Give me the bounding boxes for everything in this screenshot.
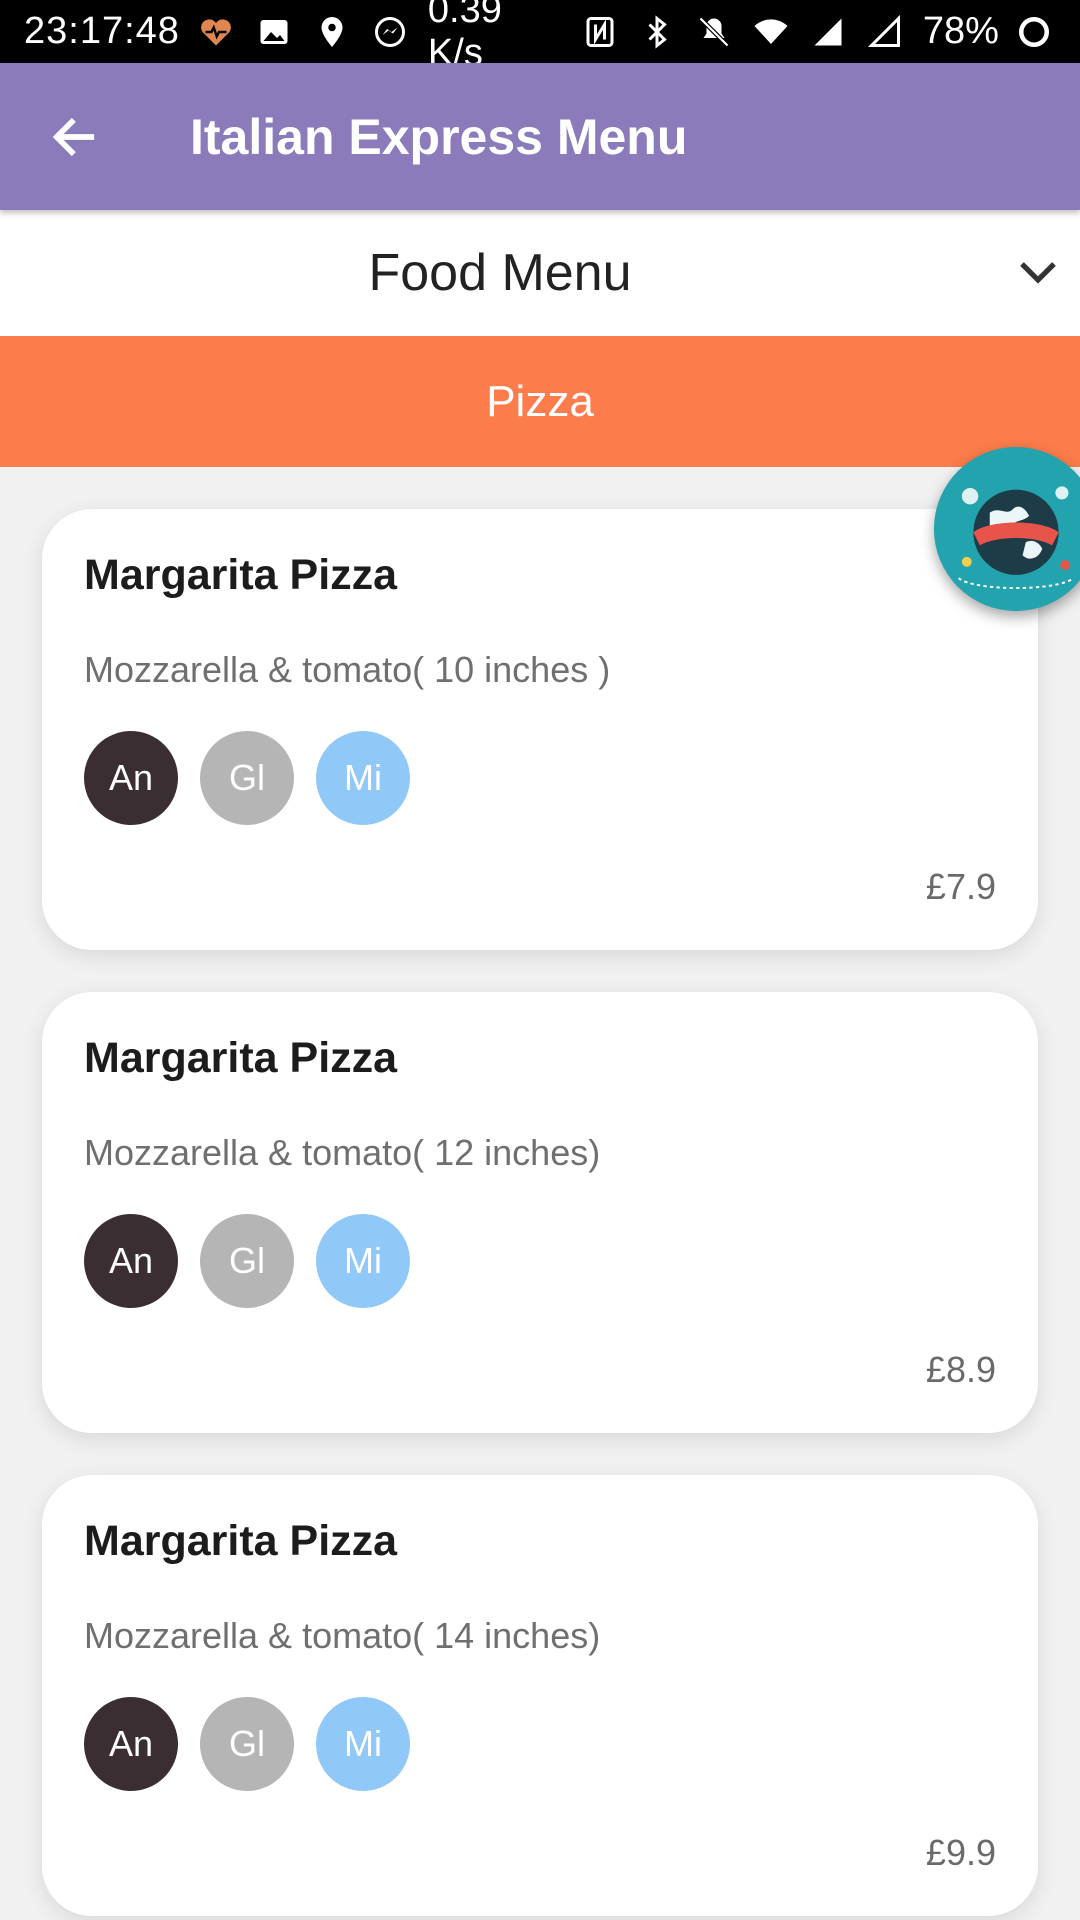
allergen-badge: Mi bbox=[316, 731, 410, 825]
battery-percent: 78% bbox=[922, 10, 999, 52]
item-name: Margarita Pizza bbox=[84, 1517, 398, 1565]
allergen-badge: Gl bbox=[200, 731, 294, 825]
wifi-icon bbox=[750, 10, 793, 54]
status-bar: 23:17:48 0.39 K/s 78% bbox=[0, 0, 1080, 74]
battery-ring-icon bbox=[1013, 10, 1056, 54]
allergen-badge: Mi bbox=[316, 1214, 410, 1308]
mute-icon bbox=[693, 10, 736, 54]
health-icon bbox=[194, 10, 238, 54]
signal-icon bbox=[807, 10, 850, 54]
allergen-badge: An bbox=[84, 731, 178, 825]
menu-type-dropdown[interactable]: Food Menu bbox=[0, 210, 1080, 336]
location-icon bbox=[310, 10, 354, 54]
allergen-list: An Gl Mi bbox=[84, 1697, 432, 1791]
allergen-badge: Gl bbox=[200, 1214, 294, 1308]
image-icon bbox=[252, 10, 296, 54]
arrow-left-icon bbox=[52, 117, 95, 156]
nfc-icon bbox=[578, 10, 621, 54]
menu-type-selected: Food Menu bbox=[368, 244, 632, 302]
allergen-badge: An bbox=[84, 1697, 178, 1791]
allergen-list: An Gl Mi bbox=[84, 731, 432, 825]
page-title: Italian Express Menu bbox=[190, 108, 688, 165]
chevron-down-icon bbox=[1020, 262, 1056, 284]
messenger-icon bbox=[368, 10, 412, 54]
item-name: Margarita Pizza bbox=[84, 1034, 398, 1082]
category-label: Pizza bbox=[486, 376, 594, 426]
bluetooth-icon bbox=[635, 10, 678, 54]
signal-empty-icon bbox=[864, 10, 907, 54]
allergen-list: An Gl Mi bbox=[84, 1214, 432, 1308]
menu-item-card[interactable]: Margarita Pizza Mozzarella & tomato( 10 … bbox=[42, 509, 1038, 950]
item-price: £8.9 bbox=[925, 1349, 996, 1390]
allergen-badge: Gl bbox=[200, 1697, 294, 1791]
status-time: 23:17:48 bbox=[24, 10, 180, 52]
item-price: £9.9 bbox=[925, 1832, 996, 1873]
app-bar: Italian Express Menu bbox=[0, 63, 1080, 210]
status-left: 23:17:48 bbox=[24, 10, 412, 54]
item-description: Mozzarella & tomato( 14 inches) bbox=[84, 1615, 601, 1656]
allergen-badge: An bbox=[84, 1214, 178, 1308]
menu-item-card[interactable]: Margarita Pizza Mozzarella & tomato( 12 … bbox=[42, 992, 1038, 1433]
category-header[interactable]: Pizza bbox=[0, 336, 1080, 467]
item-description: Mozzarella & tomato( 12 inches) bbox=[84, 1132, 601, 1173]
back-button[interactable] bbox=[38, 101, 110, 173]
menu-item-card[interactable]: Margarita Pizza Mozzarella & tomato( 14 … bbox=[42, 1475, 1038, 1916]
allergen-badge: Mi bbox=[316, 1697, 410, 1791]
item-name: Margarita Pizza bbox=[84, 551, 398, 599]
item-price: £7.9 bbox=[925, 866, 996, 907]
item-description: Mozzarella & tomato( 10 inches ) bbox=[84, 649, 611, 690]
